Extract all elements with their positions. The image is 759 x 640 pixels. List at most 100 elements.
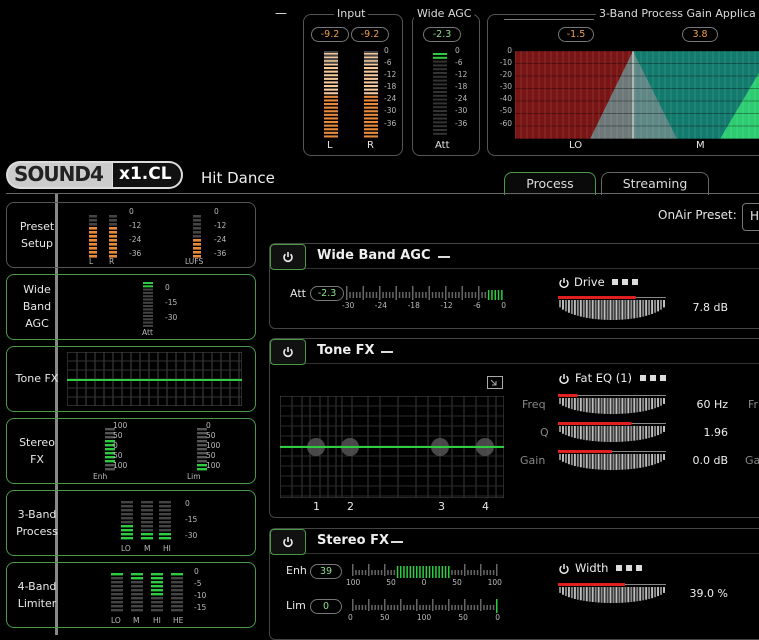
meter-segment [364, 88, 378, 91]
meter-segment [393, 605, 396, 610]
meter-segment [89, 219, 97, 222]
meter-segment [364, 54, 378, 57]
meter-segment [151, 601, 163, 604]
width-power-icon[interactable] [558, 563, 570, 575]
meter-segment [464, 564, 466, 576]
meter-segment [141, 509, 153, 512]
q-slider-knob[interactable] [556, 422, 668, 444]
meter-segment [324, 117, 338, 120]
knob-track [631, 423, 666, 424]
meter-segment [435, 605, 437, 610]
wide-agc-level-meter [433, 53, 447, 135]
wide-agc-scale: 0 -6 -12 -18 -24 -30 -36 [455, 46, 468, 128]
fat-eq-menu-dots[interactable] [640, 375, 670, 381]
meter-segment [171, 609, 183, 612]
meter-segment [355, 605, 357, 610]
sidebar-item-wide-band-agc[interactable]: Wide Band AGC 0 -15 -30 Att [6, 274, 256, 340]
meter-segment [448, 566, 450, 578]
wide-agc-meter-value: -2.3 [423, 27, 461, 42]
three-band-process-lo-label: LO [121, 544, 131, 553]
meter-segment [111, 573, 123, 576]
meter-segment [159, 505, 171, 508]
meter-segment [428, 566, 431, 578]
meter-segment [364, 128, 378, 131]
drive-power-icon[interactable] [558, 277, 570, 289]
stereo-fx-power-button[interactable] [270, 529, 306, 555]
meter-segment [121, 537, 133, 540]
q-label: Q [540, 426, 549, 439]
meter-segment [457, 570, 460, 575]
four-band-limiter-lo-label: LO [111, 616, 121, 625]
meter-segment [109, 231, 117, 234]
width-slider-knob[interactable] [556, 583, 668, 605]
meter-segment [382, 292, 384, 298]
meter-segment [433, 125, 447, 128]
meter-segment [193, 247, 201, 250]
meter-segment [364, 131, 378, 134]
input-right-label: R [367, 140, 374, 151]
meter-segment [151, 593, 163, 596]
tone-fx-power-button[interactable] [270, 339, 306, 365]
input-meter-title: Input [334, 7, 369, 20]
three-band-process-label-2: Process [16, 525, 58, 538]
sidebar-item-stereo-fx[interactable]: Stereo FX 100 50 0 50 100 0 50 100 50 100 Enh Li… [6, 418, 256, 484]
logo-model-text: x1.CL [119, 164, 172, 184]
meter-segment [489, 570, 492, 575]
wide-band-agc-att-label: Att [142, 328, 153, 337]
meter-segment [151, 589, 163, 592]
wide-band-agc-power-button[interactable] [270, 244, 306, 270]
onair-preset-select[interactable]: H [742, 203, 759, 231]
meter-segment [131, 577, 143, 580]
meter-segment [422, 605, 424, 610]
sidebar-item-preset-setup[interactable]: Preset Setup 0 -12 -24 -36 0 -12 -24 -36 L R L… [6, 202, 256, 268]
expand-icon[interactable] [487, 376, 503, 389]
header-divider [6, 193, 759, 194]
meter-segment [324, 58, 338, 61]
sound4-logo: SOUND4 x1.CL [6, 161, 183, 189]
meter-segment [483, 605, 485, 610]
meter-segment [352, 599, 354, 611]
meter-segment [89, 215, 97, 218]
tone-fx-eq-graph[interactable] [280, 396, 504, 498]
fat-eq-power-icon[interactable] [558, 373, 570, 385]
meter-segment [159, 537, 171, 540]
meter-segment [395, 286, 397, 300]
width-menu-dots[interactable] [616, 565, 646, 571]
wide-agc-meter-title: Wide AGC [414, 7, 475, 20]
meter-segment [151, 597, 163, 600]
meter-segment [487, 290, 490, 300]
meter-segment [159, 509, 171, 512]
meter-segment [384, 599, 386, 611]
meter-segment [89, 239, 97, 242]
meter-segment [111, 589, 123, 592]
tab-process[interactable]: Process [504, 172, 596, 195]
meter-segment [324, 88, 338, 91]
drive-slider-knob[interactable] [556, 296, 668, 322]
meter-segment [464, 599, 466, 611]
logo-sound-text: SOUND4 [14, 162, 104, 186]
sidebar-item-four-band-limiter[interactable]: 4-Band Limiter 0 -5 -10 -15 LO M HI HE [6, 562, 256, 628]
meter-segment [143, 311, 153, 314]
meter-segment [111, 601, 123, 604]
sidebar-item-tone-fx[interactable]: Tone FX [6, 346, 256, 412]
meter-segment [111, 593, 123, 596]
meter-segment [159, 533, 171, 536]
gain-slider-knob[interactable] [556, 450, 668, 472]
drive-menu-dots[interactable] [612, 279, 642, 285]
meter-segment [109, 243, 117, 246]
freq-slider-knob[interactable] [556, 394, 668, 416]
meter-segment [171, 593, 183, 596]
knob-track [635, 297, 666, 298]
sidebar-item-three-band-process[interactable]: 3-Band Process 0 -15 -30 LO M HI [6, 490, 256, 556]
drive-label: Drive [574, 275, 605, 289]
meter-segment [143, 282, 153, 284]
meter-segment [89, 247, 97, 250]
meter-segment [349, 292, 351, 298]
three-band-m-label: M [696, 140, 705, 151]
meter-segment [193, 243, 201, 246]
three-band-process-label-1: 3-Band [17, 508, 57, 521]
wide-band-agc-mini-scale: 0 -15 -30 [165, 283, 178, 322]
meter-segment [151, 581, 163, 584]
preset-setup-scale-lufs: 0 -12 -24 -36 [214, 207, 227, 258]
tab-streaming[interactable]: Streaming [601, 172, 709, 195]
